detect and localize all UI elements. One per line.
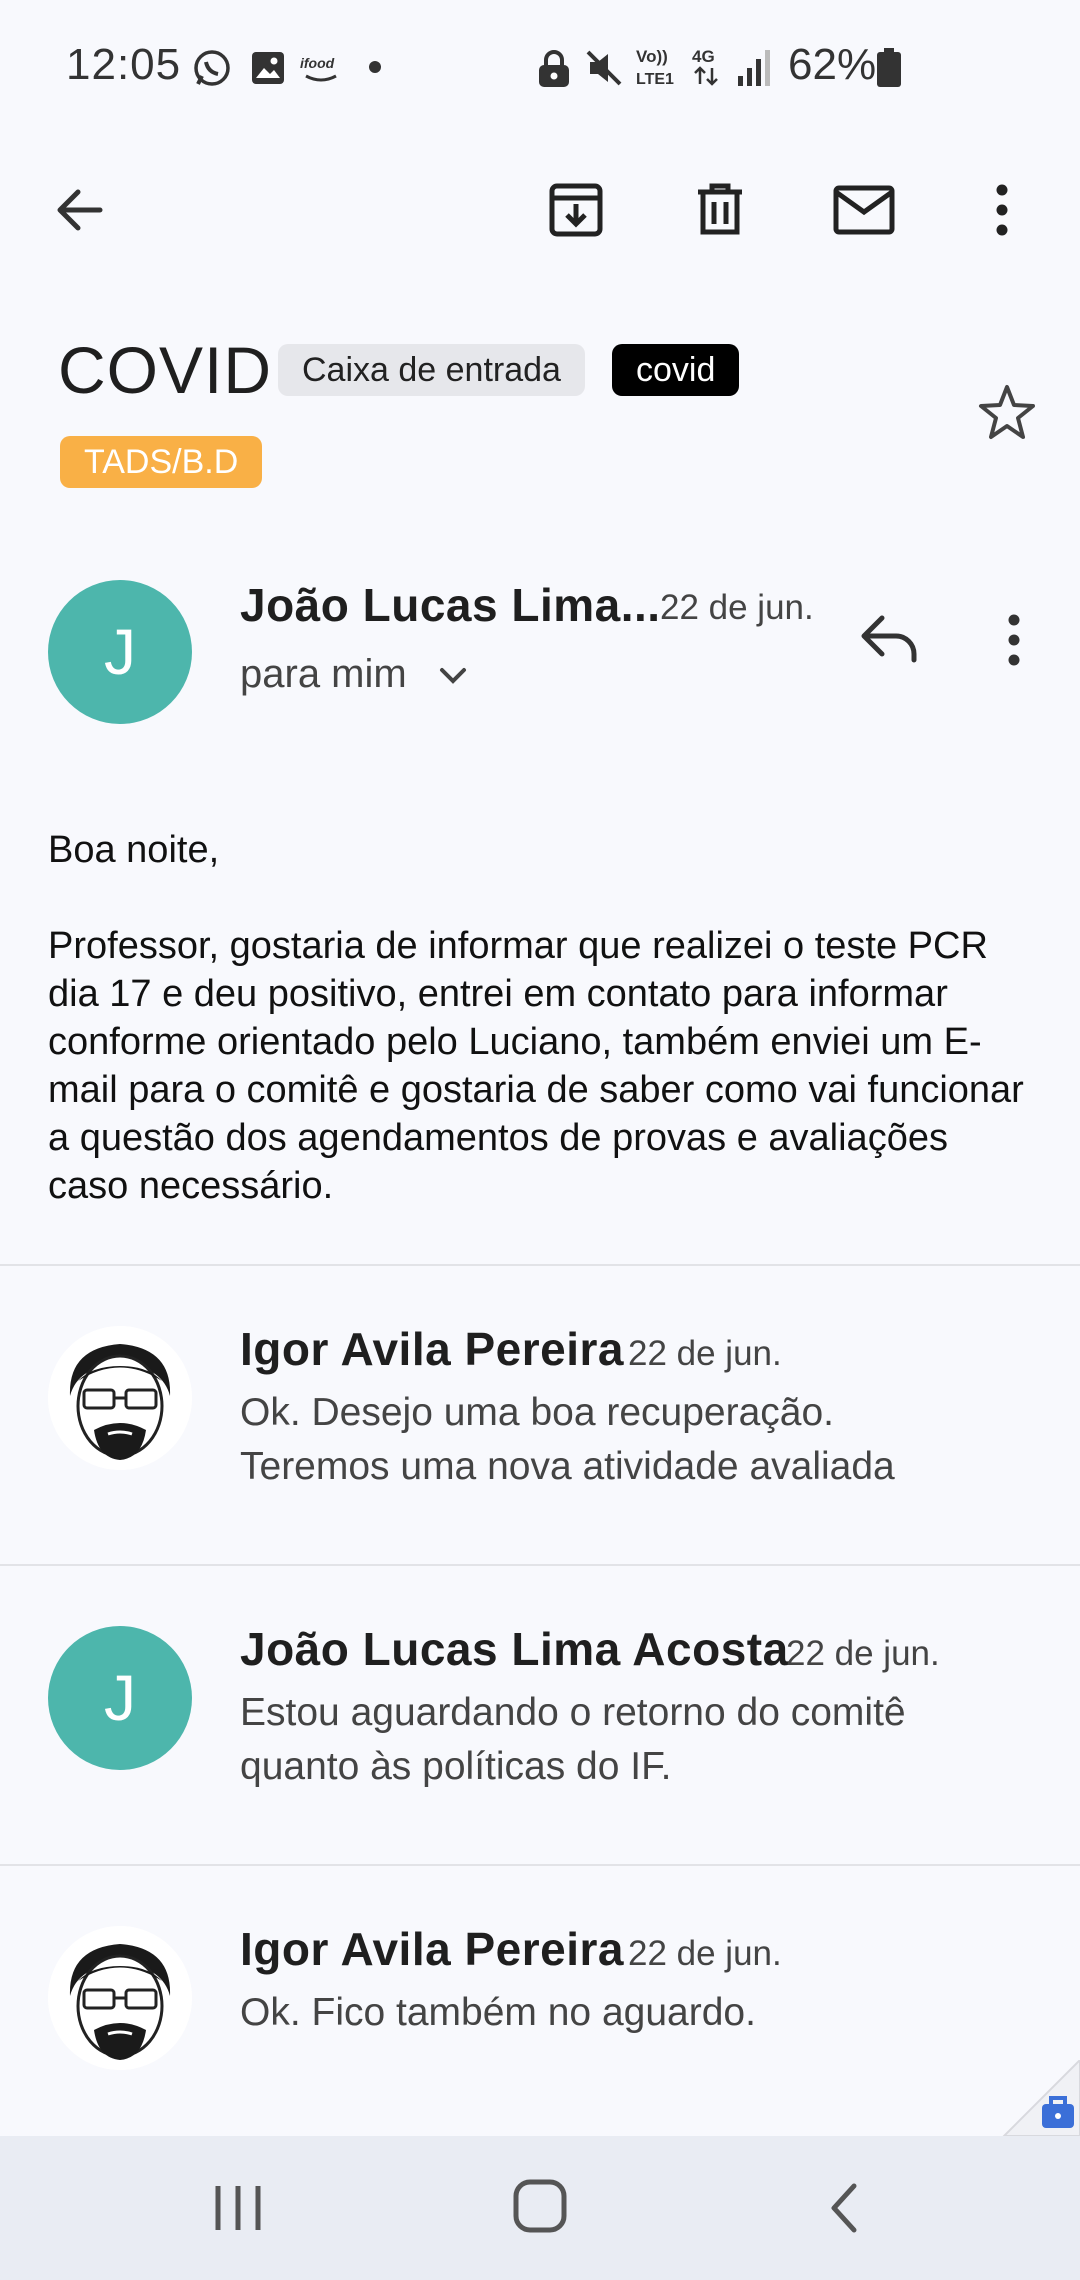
sender-name: João Lucas Lima... [240, 579, 661, 631]
thread-date: 22 de jun. [786, 1634, 940, 1673]
thread-sender: Igor Avila Pereira [240, 1923, 624, 1975]
label-chip-inbox[interactable]: Caixa de entrada [278, 344, 585, 396]
message-greeting: Boa noite, [48, 829, 220, 871]
trash-icon[interactable] [690, 180, 750, 240]
subject-title: COVID [58, 333, 273, 407]
battery-icon [877, 48, 901, 87]
avatar-igor[interactable] [48, 1926, 192, 2070]
thread-snippet[interactable]: Ok. Fico também no aguardo. [240, 1986, 1080, 2040]
avatar[interactable]: J [48, 580, 192, 724]
whatsapp-icon [194, 50, 230, 86]
person-portrait-icon [48, 1926, 192, 2070]
thread-date: 22 de jun. [628, 1934, 782, 1973]
snippet-line: quanto às políticas do IF. [240, 1745, 672, 1788]
mute-icon [586, 50, 622, 86]
snippet-line: Estou aguardando o retorno do comitê [240, 1691, 906, 1734]
star-icon[interactable] [976, 382, 1038, 444]
archive-icon[interactable] [546, 180, 606, 240]
battery-percent: 62% [788, 40, 877, 89]
divider [0, 1864, 1080, 1866]
arrow-back-icon[interactable] [50, 180, 110, 240]
message-paragraph: Professor, gostaria de informar que real… [48, 925, 1024, 1207]
person-portrait-icon [48, 1326, 192, 1470]
snippet-line: Ok. Fico também no aguardo. [240, 1991, 756, 2034]
volte-icon: Vo)) LTE1 [636, 47, 674, 88]
lock-icon [539, 50, 569, 87]
message-body: Boa noite, Professor, gostaria de inform… [48, 826, 1028, 1258]
divider [0, 1264, 1080, 1266]
thread-snippet[interactable]: Ok. Desejo uma boa recuperação. Teremos … [240, 1386, 1080, 1494]
status-time: 12:05 [66, 40, 182, 89]
ifood-icon: ifood [300, 55, 337, 82]
divider [0, 1564, 1080, 1566]
svg-text:4G: 4G [692, 47, 715, 66]
home-icon[interactable] [510, 2176, 570, 2236]
thread-date: 22 de jun. [628, 1334, 782, 1373]
svg-text:LTE1: LTE1 [636, 71, 674, 88]
gallery-icon [252, 52, 284, 84]
message-date: 22 de jun. [660, 588, 814, 627]
avatar[interactable]: J [48, 1626, 192, 1770]
snippet-line: Teremos uma nova atividade avaliada [240, 1445, 895, 1488]
reply-icon[interactable] [856, 608, 922, 668]
thread-sender: Igor Avila Pereira [240, 1323, 624, 1375]
thread-sender: João Lucas Lima Acosta [240, 1623, 789, 1675]
snippet-line: Ok. Desejo uma boa recuperação. [240, 1391, 834, 1434]
signal-icon [738, 50, 770, 86]
label-chip-tads[interactable]: TADS/B.D [60, 436, 263, 488]
4g-icon: 4G [692, 47, 718, 86]
label-chip-covid[interactable]: covid [612, 344, 740, 396]
chevron-down-icon[interactable] [438, 664, 468, 688]
thread-snippet[interactable]: Estou aguardando o retorno do comitê qua… [240, 1686, 1080, 1794]
more-vert-icon[interactable] [980, 180, 1024, 240]
toolbar [0, 150, 1080, 270]
status-bar: 12:05 ifood Vo)) LTE1 4G 62% [0, 0, 1080, 130]
recent-apps-icon[interactable] [210, 2182, 266, 2234]
dot-icon [369, 61, 381, 73]
avatar-igor[interactable] [48, 1326, 192, 1470]
message-more-icon[interactable] [992, 610, 1036, 670]
corner-widget-icon[interactable] [1000, 2060, 1080, 2136]
recipient-label[interactable]: para mim [240, 652, 407, 697]
svg-text:ifood: ifood [300, 55, 335, 71]
svg-text:Vo)): Vo)) [636, 47, 668, 66]
mail-icon[interactable] [832, 180, 896, 240]
navigation-bar [0, 2136, 1080, 2280]
back-nav-icon[interactable] [822, 2178, 866, 2238]
